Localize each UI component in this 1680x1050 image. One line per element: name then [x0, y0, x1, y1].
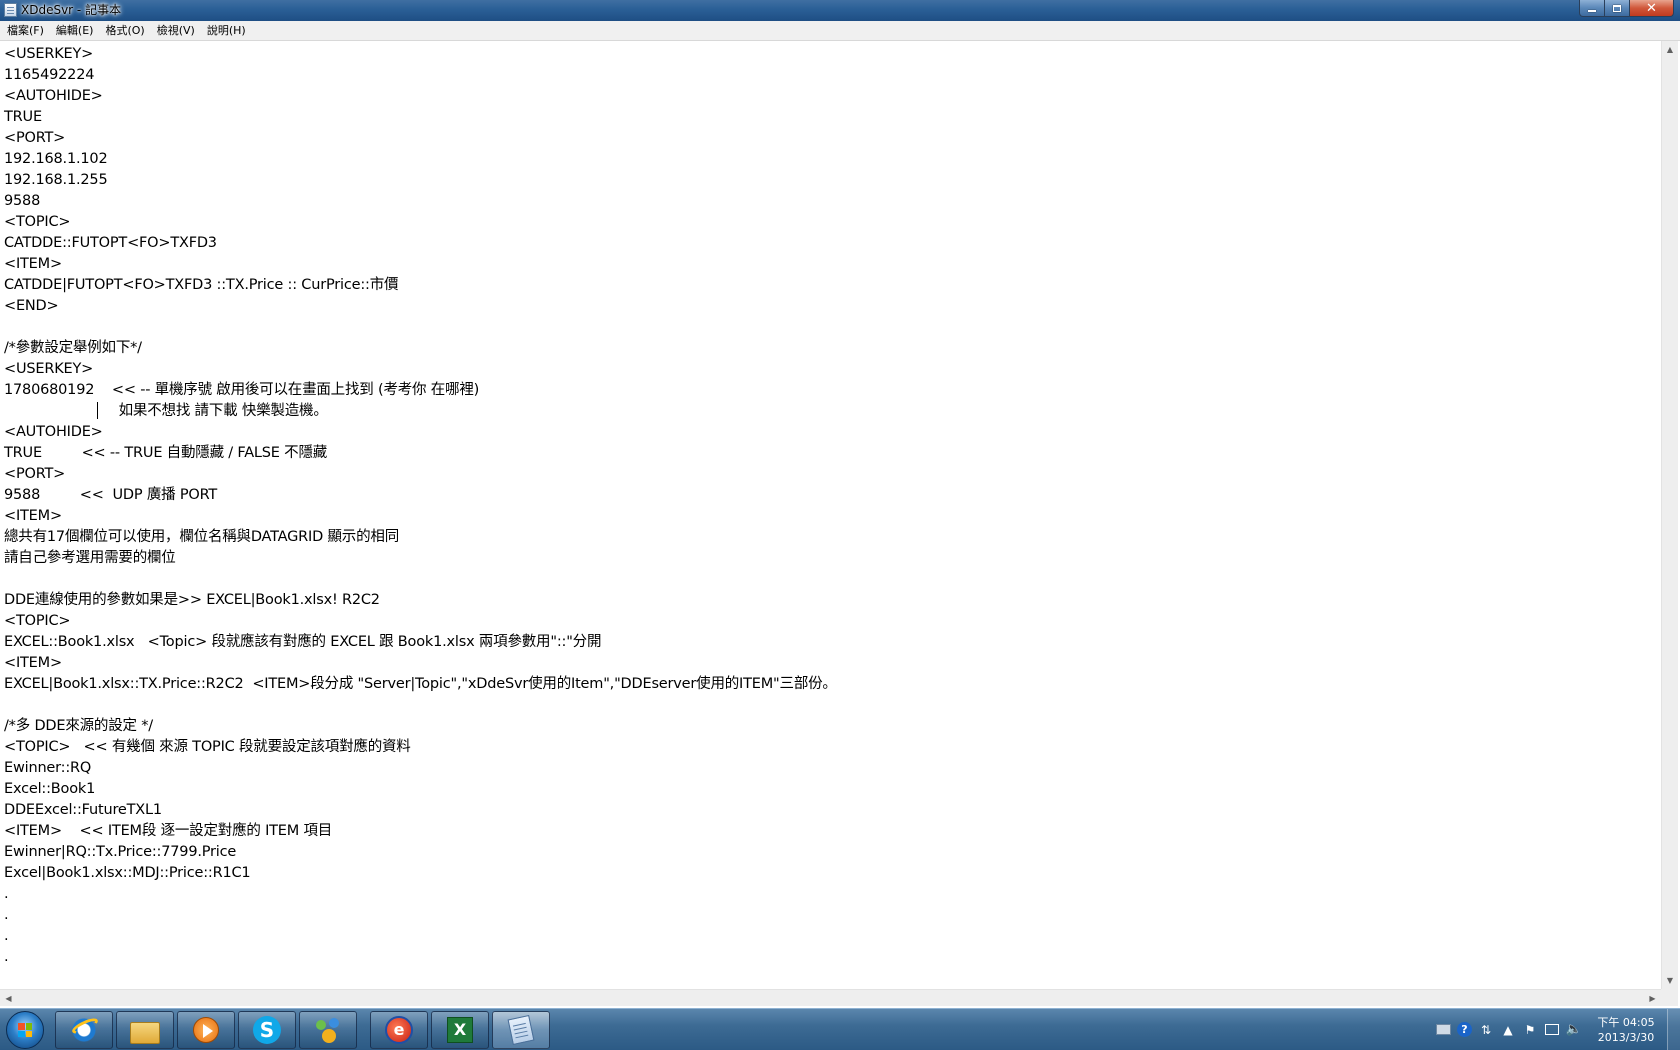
scroll-right-icon[interactable]: ▶ [1644, 990, 1661, 1006]
horizontal-scrollbar[interactable]: ◀ ▶ [0, 989, 1661, 1006]
skype-icon: S [253, 1016, 281, 1044]
taskbar-clock[interactable]: 下午 04:05 2013/3/30 [1591, 1015, 1661, 1045]
scroll-left-icon[interactable]: ◀ [0, 990, 17, 1006]
restore-icon [1613, 4, 1621, 12]
minimize-button[interactable] [1579, 0, 1605, 17]
text-caret [97, 402, 98, 419]
menu-bar: 檔案(F) 編輯(E) 格式(O) 檢視(V) 說明(H) [0, 21, 1680, 41]
folder-icon [130, 1022, 160, 1044]
close-icon: ✕ [1646, 0, 1657, 16]
media-player-icon [193, 1017, 219, 1043]
menu-help[interactable]: 說明(H) [201, 21, 252, 40]
show-desktop-button[interactable] [1667, 1009, 1680, 1050]
taskbar-notepad[interactable] [492, 1011, 550, 1049]
window-title: XDdeSvr - 記事本 [21, 3, 122, 17]
taskbar-windows-explorer[interactable] [116, 1011, 174, 1049]
volume-icon[interactable]: 🔈 [1566, 1022, 1582, 1038]
taskbar: S e X ? ⇅ ▲ ⚑ 🔈 下午 04:05 2013/3/30 [0, 1008, 1680, 1050]
document-text[interactable]: <USERKEY> 1165492224 <AUTOHIDE> TRUE <PO… [4, 44, 1661, 968]
excel-icon: X [447, 1017, 473, 1043]
show-hidden-icons-icon[interactable]: ▲ [1500, 1022, 1516, 1038]
taskbar-media-player[interactable] [177, 1011, 235, 1049]
title-bar[interactable]: XDdeSvr - 記事本 ✕ [0, 0, 1680, 21]
trading-app-icon: e [385, 1016, 413, 1044]
windows-logo-icon [18, 1023, 32, 1037]
language-bar-icon[interactable]: ⇅ [1478, 1022, 1494, 1038]
system-tray: ? ⇅ ▲ ⚑ 🔈 下午 04:05 2013/3/30 [1432, 1009, 1680, 1050]
menu-view[interactable]: 檢視(V) [151, 21, 201, 40]
network-icon[interactable] [1544, 1022, 1560, 1038]
taskbar-trading-app[interactable]: e [370, 1011, 428, 1049]
action-center-flag-icon[interactable]: ⚑ [1522, 1022, 1538, 1038]
scrollbar-corner [1661, 989, 1678, 1006]
text-editor[interactable]: <USERKEY> 1165492224 <AUTOHIDE> TRUE <PO… [0, 41, 1661, 989]
help-icon[interactable]: ? [1457, 1022, 1472, 1037]
menu-format[interactable]: 格式(O) [99, 21, 150, 40]
internet-explorer-icon [69, 1015, 99, 1045]
keyboard-icon[interactable] [1435, 1022, 1451, 1038]
taskbar-internet-explorer[interactable] [55, 1011, 113, 1049]
minimize-icon [1588, 10, 1596, 12]
window-controls: ✕ [1579, 0, 1674, 18]
vertical-scrollbar[interactable]: ▲ ▼ [1661, 41, 1678, 989]
notepad-app-icon[interactable] [4, 3, 17, 17]
taskbar-messenger[interactable] [299, 1011, 357, 1049]
scroll-down-icon[interactable]: ▼ [1662, 972, 1678, 989]
close-button[interactable]: ✕ [1630, 0, 1674, 17]
notepad-window: XDdeSvr - 記事本 ✕ 檔案(F) 編輯(E) 格式(O) 檢視(V) … [0, 0, 1680, 1008]
maximize-button[interactable] [1605, 0, 1630, 17]
clock-date: 2013/3/30 [1597, 1030, 1655, 1044]
messenger-icon [313, 1015, 343, 1045]
clock-time: 下午 04:05 [1597, 1015, 1655, 1029]
start-button[interactable] [6, 1011, 44, 1049]
menu-edit[interactable]: 編輯(E) [50, 21, 100, 40]
taskbar-skype[interactable]: S [238, 1011, 296, 1049]
scroll-up-icon[interactable]: ▲ [1662, 41, 1678, 58]
taskbar-excel[interactable]: X [431, 1011, 489, 1049]
notepad-icon [507, 1014, 535, 1046]
menu-file[interactable]: 檔案(F) [0, 21, 50, 40]
